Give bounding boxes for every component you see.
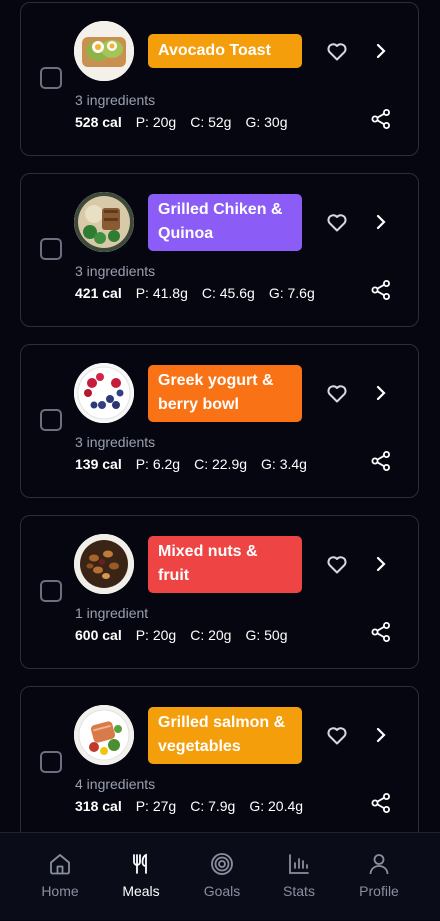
ingredient-count: 3 ingredients — [75, 92, 156, 108]
nav-profile[interactable]: Profile — [339, 833, 419, 921]
meal-card[interactable]: Grilled salmon & vegetables 4 ingredient… — [20, 686, 419, 832]
calories: 318 cal — [75, 798, 122, 814]
select-checkbox[interactable] — [40, 751, 62, 773]
calories: 421 cal — [75, 285, 122, 301]
share-icon[interactable] — [370, 279, 392, 301]
select-checkbox[interactable] — [40, 580, 62, 602]
meal-name-tag: Avocado Toast — [148, 34, 302, 68]
meal-photo — [74, 363, 134, 423]
meal-name-tag: Greek yogurt & berry bowl — [148, 365, 302, 422]
ingredient-count: 4 ingredients — [75, 776, 156, 792]
meal-photo — [74, 21, 134, 81]
carbs: C: 7.9g — [190, 798, 236, 814]
meal-card[interactable]: Greek yogurt & berry bowl 3 ingredients … — [20, 344, 419, 498]
macro-summary: 318 cal P: 27g C: 7.9g G: 20.4g — [75, 798, 317, 814]
macro-summary: 421 cal P: 41.8g C: 45.6g G: 7.6g — [75, 285, 329, 301]
chevron-right-icon[interactable] — [371, 40, 391, 62]
protein: P: 20g — [135, 114, 177, 130]
calories: 139 cal — [75, 456, 122, 472]
chevron-right-icon[interactable] — [371, 211, 391, 233]
nav-label-profile: Profile — [359, 883, 399, 899]
meal-list: Avocado Toast 3 ingredients 528 cal P: 20… — [0, 0, 440, 832]
fat: G: 3.4g — [261, 456, 307, 472]
home-icon — [50, 854, 70, 875]
nav-stats[interactable]: Stats — [259, 833, 339, 921]
meal-name-tag: Grilled salmon & vegetables — [148, 707, 302, 764]
protein: P: 27g — [135, 798, 177, 814]
protein: P: 20g — [135, 627, 177, 643]
nav-label-home: Home — [41, 883, 79, 899]
heart-icon[interactable] — [325, 552, 349, 576]
calories: 600 cal — [75, 627, 122, 643]
macro-summary: 600 cal P: 20g C: 20g G: 50g — [75, 627, 301, 643]
user-icon — [369, 854, 389, 875]
meal-photo — [74, 534, 134, 594]
chevron-right-icon[interactable] — [371, 724, 391, 746]
share-icon[interactable] — [370, 792, 392, 814]
nav-label-goals: Goals — [203, 883, 241, 899]
carbs: C: 45.6g — [201, 285, 255, 301]
heart-icon[interactable] — [325, 723, 349, 747]
protein: P: 41.8g — [135, 285, 188, 301]
select-checkbox[interactable] — [40, 238, 62, 260]
calories: 528 cal — [75, 114, 122, 130]
meal-name-tag: Grilled Chiken & Quinoa — [148, 194, 302, 251]
macro-summary: 139 cal P: 6.2g C: 22.9g G: 3.4g — [75, 456, 321, 472]
share-icon[interactable] — [370, 108, 392, 130]
chevron-right-icon[interactable] — [371, 382, 391, 404]
meal-photo — [74, 192, 134, 252]
meal-card[interactable]: Mixed nuts & fruit 1 ingredient 600 cal P… — [20, 515, 419, 669]
nav-home[interactable]: Home — [20, 833, 100, 921]
nav-label-stats: Stats — [283, 883, 315, 899]
fat: G: 30g — [245, 114, 288, 130]
heart-icon[interactable] — [325, 210, 349, 234]
meal-name-tag: Mixed nuts & fruit — [148, 536, 302, 593]
heart-icon[interactable] — [325, 381, 349, 405]
fat: G: 7.6g — [268, 285, 315, 301]
carbs: C: 52g — [190, 114, 232, 130]
bar-chart-icon — [289, 854, 309, 874]
nav-meals[interactable]: Meals — [101, 833, 181, 921]
carbs: C: 22.9g — [194, 456, 248, 472]
select-checkbox[interactable] — [40, 67, 62, 89]
fat: G: 20.4g — [249, 798, 304, 814]
nav-label-meals: Meals — [122, 883, 160, 899]
chevron-right-icon[interactable] — [371, 553, 391, 575]
share-icon[interactable] — [370, 621, 392, 643]
heart-icon[interactable] — [325, 39, 349, 63]
meal-photo — [74, 705, 134, 765]
fat: G: 50g — [245, 627, 288, 643]
nav-goals[interactable]: Goals — [182, 833, 262, 921]
select-checkbox[interactable] — [40, 409, 62, 431]
ingredient-count: 3 ingredients — [75, 263, 156, 279]
meal-card[interactable]: Grilled Chiken & Quinoa 3 ingredients 42… — [20, 173, 419, 327]
ingredient-count: 3 ingredients — [75, 434, 156, 450]
share-icon[interactable] — [370, 450, 392, 472]
target-icon — [211, 853, 233, 875]
ingredient-count: 1 ingredient — [75, 605, 149, 621]
meal-card[interactable]: Avocado Toast 3 ingredients 528 cal P: 20… — [20, 2, 419, 156]
macro-summary: 528 cal P: 20g C: 52g G: 30g — [75, 114, 301, 130]
fork-knife-icon — [133, 853, 147, 874]
carbs: C: 20g — [190, 627, 232, 643]
protein: P: 6.2g — [135, 456, 181, 472]
bottom-nav: Home Meals Goals Stats Profile — [0, 832, 440, 920]
